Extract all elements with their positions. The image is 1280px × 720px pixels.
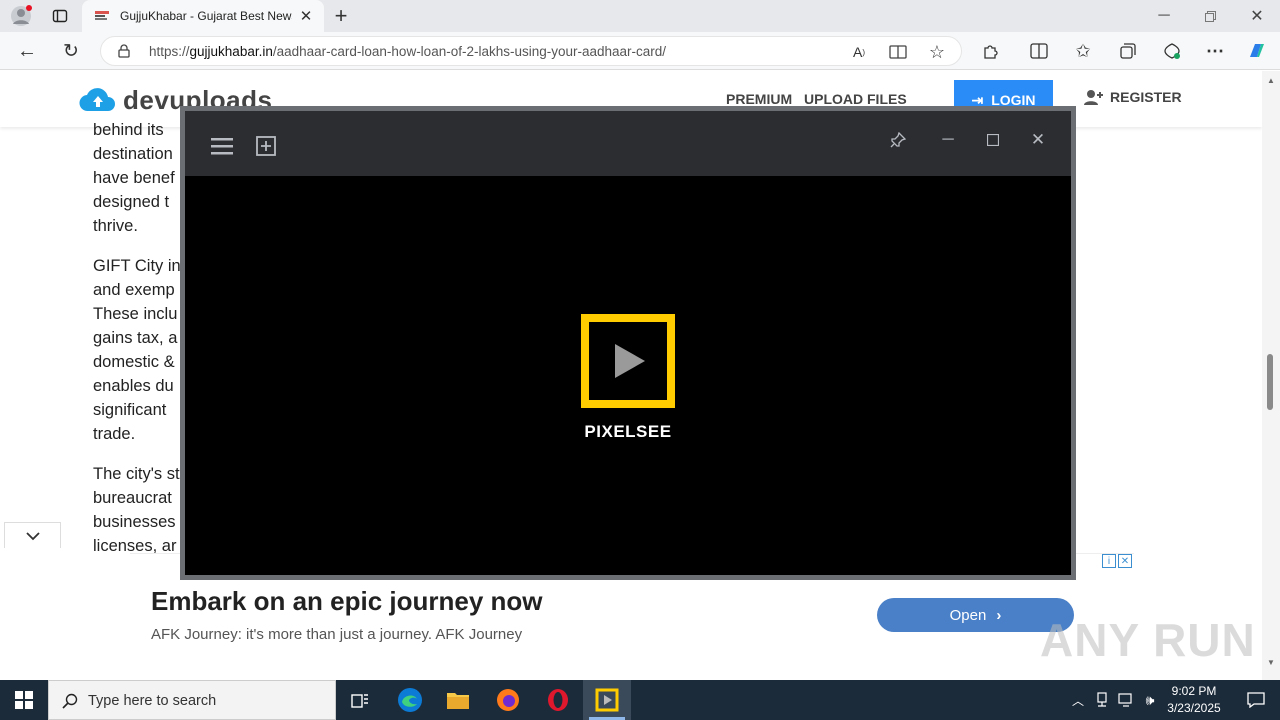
register-link[interactable]: REGISTER bbox=[1084, 89, 1182, 105]
scroll-down-icon[interactable]: ▼ bbox=[1265, 657, 1277, 667]
split-screen-icon[interactable] bbox=[1028, 40, 1050, 62]
add-user-icon bbox=[1084, 90, 1103, 105]
player-video-area[interactable]: PIXELSEE bbox=[185, 176, 1071, 575]
lock-icon[interactable] bbox=[117, 44, 131, 58]
network-adapter-icon[interactable] bbox=[1090, 680, 1114, 720]
url-field[interactable]: https://gujjukhabar.in/aadhaar-card-loan… bbox=[100, 36, 962, 66]
url-text: https://gujjukhabar.in/aadhaar-card-loan… bbox=[149, 44, 666, 59]
notification-icon[interactable] bbox=[1232, 680, 1280, 720]
add-media-icon[interactable] bbox=[255, 135, 277, 157]
site-favicon-icon bbox=[94, 8, 110, 24]
taskbar: Type here to search ︿ 🕪 9:02 PM 3/23/202… bbox=[0, 680, 1280, 720]
chevron-down-icon bbox=[25, 531, 40, 540]
ad-badges: i ✕ bbox=[1102, 554, 1132, 568]
clock-time: 9:02 PM bbox=[1171, 684, 1217, 698]
browser-essentials-icon[interactable] bbox=[1161, 40, 1183, 62]
read-aloud-icon[interactable]: A) bbox=[849, 42, 869, 62]
nav-premium[interactable]: PREMIUM bbox=[726, 91, 792, 107]
network-icon[interactable] bbox=[1114, 680, 1138, 720]
search-icon bbox=[61, 692, 79, 710]
ad-info-icon[interactable]: i bbox=[1102, 554, 1116, 568]
start-button[interactable] bbox=[0, 680, 48, 720]
copilot-icon[interactable] bbox=[1245, 39, 1269, 63]
pixelsee-logo-icon bbox=[581, 314, 675, 408]
collections-icon[interactable] bbox=[1117, 40, 1139, 62]
restore-icon[interactable] bbox=[1196, 6, 1224, 26]
url-host: gujjukhabar.in bbox=[189, 44, 273, 59]
extensions-icon[interactable] bbox=[980, 40, 1002, 62]
pixelsee-player-window[interactable]: ─ ✕ PIXELSEE bbox=[180, 106, 1076, 580]
immersive-reader-icon[interactable] bbox=[888, 42, 908, 62]
url-scheme: https:// bbox=[149, 44, 190, 59]
tab-title: GujjuKhabar - Gujarat Best News bbox=[120, 9, 292, 23]
close-tab-icon[interactable]: ✕ bbox=[298, 8, 314, 25]
show-hidden-icons[interactable]: ︿ bbox=[1066, 680, 1090, 720]
favorites-icon[interactable]: ✩ bbox=[1072, 40, 1094, 62]
refresh-icon[interactable]: ↻ bbox=[60, 40, 82, 62]
pin-icon[interactable] bbox=[887, 129, 909, 151]
address-bar-row: ← ↻ https://gujjukhabar.in/aadhaar-card-… bbox=[0, 32, 1280, 70]
chevron-right-icon: › bbox=[996, 606, 1002, 624]
volume-icon[interactable]: 🕪 bbox=[1138, 680, 1162, 720]
taskbar-search[interactable]: Type here to search bbox=[48, 680, 336, 720]
ad-description: AFK Journey: it's more than just a journ… bbox=[151, 626, 523, 643]
taskbar-clock[interactable]: 9:02 PM 3/23/2025 bbox=[1164, 683, 1224, 717]
page-scrollbar[interactable]: ▲ ▼ bbox=[1262, 71, 1280, 680]
nav-upload-files[interactable]: UPLOAD FILES bbox=[804, 91, 907, 107]
tab-actions-icon[interactable] bbox=[50, 6, 70, 26]
ad-close-icon[interactable]: ✕ bbox=[1118, 554, 1132, 568]
ad-headline[interactable]: Embark on an epic journey now bbox=[151, 586, 543, 617]
scrollbar-thumb[interactable] bbox=[1267, 354, 1273, 410]
firefox-icon[interactable] bbox=[484, 680, 532, 720]
more-menu-icon[interactable]: ⋯ bbox=[1204, 40, 1226, 62]
register-label: REGISTER bbox=[1110, 89, 1182, 105]
player-titlebar[interactable]: ─ ✕ bbox=[185, 111, 1071, 176]
search-placeholder: Type here to search bbox=[88, 693, 217, 709]
player-close-icon[interactable]: ✕ bbox=[1027, 129, 1049, 151]
player-minimize-icon[interactable]: ─ bbox=[937, 129, 959, 151]
pixelsee-taskbar-icon[interactable] bbox=[583, 680, 631, 720]
collapse-ad-button[interactable] bbox=[4, 522, 61, 548]
windows-icon bbox=[15, 691, 33, 709]
new-tab-icon[interactable]: + bbox=[330, 3, 352, 28]
edge-icon[interactable] bbox=[386, 680, 434, 720]
back-icon[interactable]: ← bbox=[16, 40, 38, 62]
hamburger-menu-icon[interactable] bbox=[209, 135, 235, 157]
profile-icon[interactable] bbox=[10, 5, 32, 27]
file-explorer-icon[interactable] bbox=[434, 680, 482, 720]
close-window-icon[interactable]: ✕ bbox=[1243, 6, 1271, 26]
tab-active[interactable]: GujjuKhabar - Gujarat Best News ✕ bbox=[82, 0, 324, 32]
clock-date: 3/23/2025 bbox=[1167, 701, 1221, 715]
tab-bar: GujjuKhabar - Gujarat Best News ✕ + ─ ✕ bbox=[0, 0, 1280, 32]
favorite-star-icon[interactable]: ☆ bbox=[927, 42, 947, 62]
url-path: /aadhaar-card-loan-how-loan-of-2-lakhs-u… bbox=[272, 44, 667, 59]
opera-icon[interactable] bbox=[534, 680, 582, 720]
cloud-logo-icon bbox=[78, 85, 118, 113]
player-maximize-icon[interactable] bbox=[982, 129, 1004, 151]
task-view-icon[interactable] bbox=[336, 680, 384, 720]
anyrun-watermark: ANY RUN bbox=[1040, 614, 1256, 666]
scroll-up-icon[interactable]: ▲ bbox=[1265, 75, 1277, 85]
player-brand: PIXELSEE bbox=[584, 422, 672, 441]
ad-open-label: Open bbox=[949, 606, 987, 624]
minimize-icon[interactable]: ─ bbox=[1150, 6, 1178, 26]
